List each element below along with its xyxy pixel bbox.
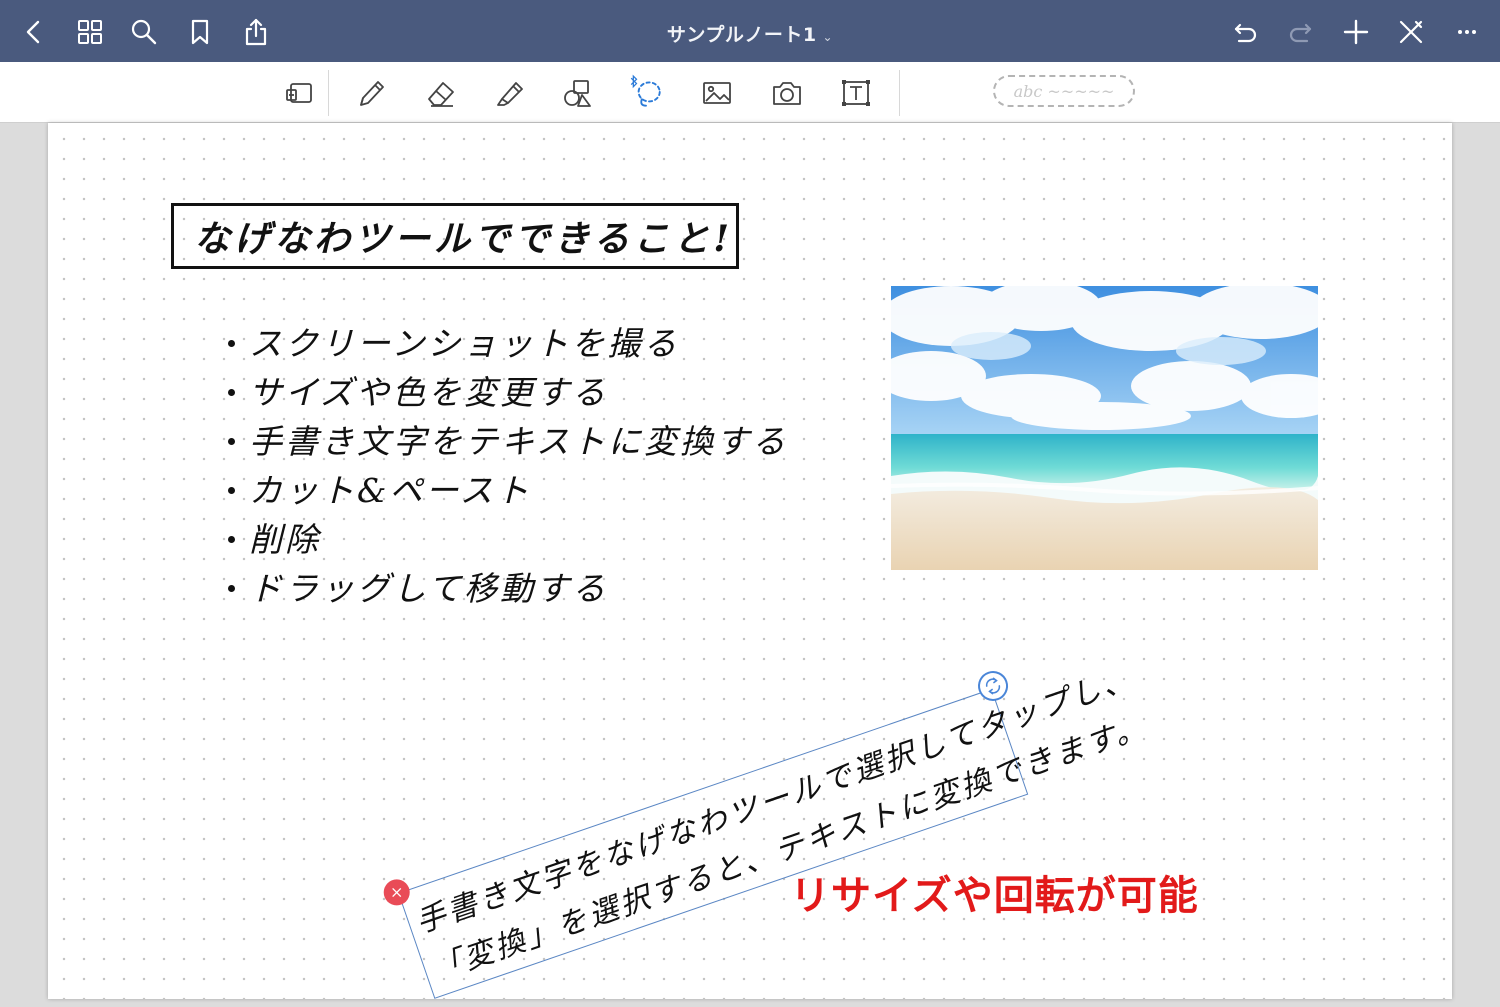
ellipsis-icon <box>1458 30 1476 34</box>
exit-editing-button[interactable] <box>1391 12 1431 52</box>
plus-icon <box>1343 19 1369 45</box>
read-mode-icon <box>286 83 312 103</box>
list-item[interactable]: カット&ペースト <box>228 466 788 515</box>
handwriting-chip-label: abc ~~~~~ <box>1013 81 1115 101</box>
tool-bar <box>0 62 1500 123</box>
list-item[interactable]: 手書き文字をテキストに変換する <box>228 417 788 466</box>
bullet-dot <box>228 437 235 445</box>
note-title[interactable]: サンプルノート1 ⌄ <box>0 20 1500 47</box>
list-item-text: ドラッグして移動する <box>249 569 609 608</box>
bullet-dot <box>228 388 235 396</box>
top-navigation-bar: サンプルノート1 ⌄ <box>0 0 1500 62</box>
pen-tool[interactable] <box>351 74 391 112</box>
list-item-text: 手書き文字をテキストに変換する <box>249 422 789 461</box>
lasso-tool[interactable] <box>626 74 666 112</box>
beach-photo-image <box>891 286 1318 570</box>
bullet-dot <box>228 584 235 592</box>
list-item-text: サイズや色を変更する <box>249 373 609 412</box>
text-tool[interactable] <box>836 74 876 112</box>
bullet-dot <box>228 339 235 347</box>
redo-icon <box>1289 23 1312 43</box>
shape-tool[interactable] <box>558 74 598 112</box>
undo-icon <box>1234 23 1257 43</box>
note-title-text: サンプルノート1 <box>666 24 817 46</box>
image-tool[interactable] <box>697 74 737 112</box>
more-options-button[interactable] <box>1447 12 1487 52</box>
camera-tool[interactable] <box>767 74 807 112</box>
highlighter-icon <box>497 82 523 106</box>
feature-annotation: リサイズや回転が可能 <box>790 873 1199 919</box>
read-only-mode-button[interactable] <box>279 74 319 112</box>
beach-photo[interactable] <box>891 286 1318 570</box>
title-chevron-icon: ⌄ <box>822 30 834 44</box>
image-icon <box>703 82 731 104</box>
list-item[interactable]: スクリーンショットを撮る <box>228 319 788 368</box>
list-item-text: 削除 <box>249 520 321 559</box>
camera-icon <box>773 82 801 105</box>
note-heading: なげなわツールでできること! <box>194 218 734 260</box>
eraser-icon <box>428 82 454 107</box>
note-heading-box[interactable]: なげなわツールでできること! <box>171 203 739 269</box>
pen-icon <box>360 81 384 106</box>
add-page-button[interactable] <box>1336 12 1376 52</box>
list-item[interactable]: サイズや色を変更する <box>228 368 788 417</box>
text-box-icon <box>842 80 870 106</box>
lasso-icon <box>630 74 661 107</box>
tool-separator <box>899 70 900 116</box>
redo-button[interactable] <box>1281 12 1321 52</box>
handwriting-conversion-chip[interactable]: abc ~~~~~ <box>993 75 1135 107</box>
list-item[interactable]: 削除 <box>228 515 788 564</box>
shapes-icon <box>564 80 591 107</box>
bullet-list: スクリーンショットを撮る サイズや色を変更する 手書き文字をテキストに変換する … <box>228 319 788 613</box>
rotate-icon <box>985 677 1001 695</box>
eraser-tool[interactable] <box>421 74 461 112</box>
delete-selection-button[interactable]: × <box>383 879 410 906</box>
pen-cross-icon <box>1399 20 1423 44</box>
undo-button[interactable] <box>1225 12 1265 52</box>
tool-separator <box>328 70 329 116</box>
bullet-dot <box>228 535 235 543</box>
list-item[interactable]: ドラッグして移動する <box>228 564 788 613</box>
list-item-text: スクリーンショットを撮る <box>249 324 680 363</box>
bullet-dot <box>228 486 235 494</box>
list-item-text: カット&ペースト <box>249 471 532 510</box>
highlighter-tool[interactable] <box>490 74 530 112</box>
